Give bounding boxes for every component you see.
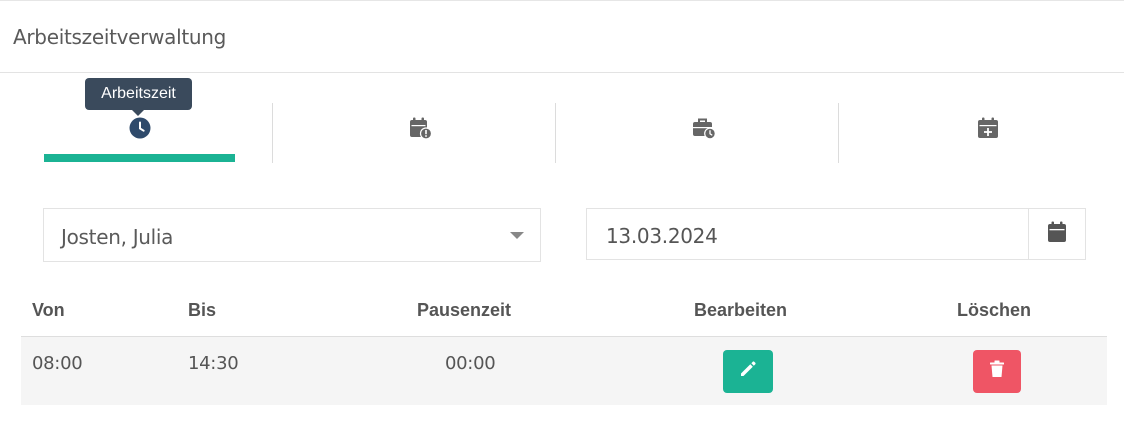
active-tab-indicator: [44, 154, 235, 162]
column-header-delete: Löschen: [957, 300, 1032, 320]
clock-icon: [128, 116, 152, 140]
table-header: Von Bis Pausenzeit Bearbeiten Löschen: [21, 290, 1107, 337]
date-picker-button[interactable]: [1028, 208, 1086, 260]
briefcase-clock-icon: [692, 116, 716, 140]
date-input-value: 13.03.2024: [606, 224, 718, 248]
calendar-exclamation-icon: [408, 116, 432, 140]
worktime-table: Von Bis Pausenzeit Bearbeiten Löschen 08…: [21, 290, 1107, 405]
cell-from: 08:00: [32, 353, 83, 374]
column-header-edit: Bearbeiten: [694, 300, 788, 320]
date-input[interactable]: 13.03.2024: [586, 208, 1030, 260]
cell-break: 00:00: [445, 353, 496, 374]
tooltip-text: Arbeitszeit: [101, 85, 176, 102]
calendar-plus-icon: [976, 116, 1000, 140]
page-header: Arbeitszeitverwaltung: [0, 1, 1124, 73]
employee-select-value: Josten, Julia: [61, 225, 174, 249]
trash-icon: [989, 360, 1005, 383]
tab-add-entry[interactable]: [839, 100, 1124, 164]
cell-to: 14:30: [188, 353, 239, 374]
tab-tooltip: Arbeitszeit: [85, 78, 192, 116]
pencil-icon: [739, 360, 757, 383]
tab-absence[interactable]: [273, 100, 555, 164]
page-title: Arbeitszeitverwaltung: [13, 25, 227, 49]
calendar-icon: [1047, 221, 1067, 248]
chevron-down-icon: [510, 232, 524, 239]
column-header-to: Bis: [188, 300, 217, 320]
column-header-break: Pausenzeit: [417, 300, 512, 320]
table-row: 08:00 14:30 00:00: [21, 337, 1107, 405]
column-header-from: Von: [32, 300, 65, 320]
delete-button[interactable]: [973, 350, 1021, 393]
edit-button[interactable]: [723, 350, 773, 393]
tab-business-trip[interactable]: [556, 100, 838, 164]
employee-select[interactable]: Josten, Julia: [43, 208, 541, 262]
